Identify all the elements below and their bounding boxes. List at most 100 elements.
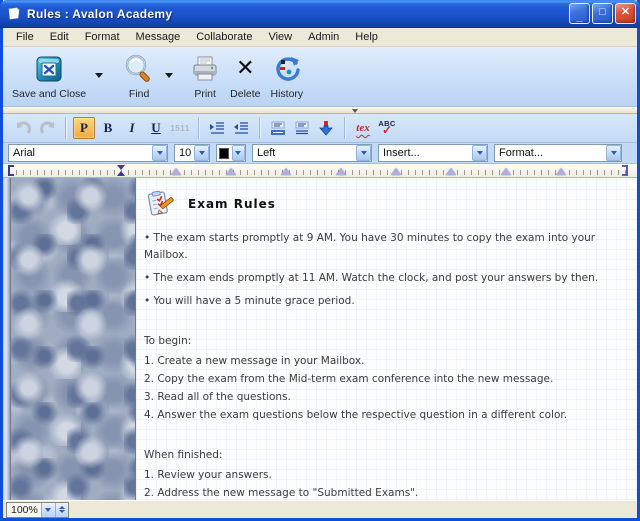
menu-help[interactable]: Help (347, 29, 386, 45)
to-begin-step: 4. Answer the exam questions below the r… (144, 406, 631, 424)
find-dropdown[interactable] (161, 58, 177, 92)
zoom-spinner[interactable] (55, 503, 68, 517)
delete-button[interactable]: ✕ Delete (225, 50, 265, 102)
caret-down-icon (232, 145, 245, 161)
left-edge-strip (3, 178, 10, 500)
plain-style-button[interactable]: P (73, 117, 95, 139)
minimize-button[interactable]: _ (569, 3, 590, 24)
zoom-control[interactable]: 100% (6, 502, 69, 518)
tab-stop-marker[interactable] (171, 168, 181, 175)
spellcheck-button[interactable]: ABC ✓ (376, 117, 398, 139)
caret-down-icon (606, 145, 621, 161)
signature-tex-icon: tex (356, 122, 369, 134)
print-label: Print (194, 88, 216, 100)
close-button[interactable]: ✕ (615, 3, 636, 24)
document-body: Exam Rules • The exam starts promptly at… (3, 178, 637, 500)
clipboard-pencil-icon (144, 189, 178, 219)
document-text-area[interactable]: Exam Rules • The exam starts promptly at… (136, 178, 637, 500)
insert-file-button[interactable] (315, 117, 337, 139)
menu-edit[interactable]: Edit (42, 29, 77, 45)
redo-button[interactable] (36, 117, 58, 139)
left-margin-marker[interactable] (8, 165, 14, 176)
app-window: Rules : Avalon Academy _ □ ✕ File Edit F… (0, 0, 640, 521)
menu-admin[interactable]: Admin (300, 29, 347, 45)
printer-icon (190, 54, 220, 84)
bold-button[interactable]: B (97, 117, 119, 139)
title-bar: Rules : Avalon Academy _ □ ✕ (0, 0, 640, 28)
menu-file[interactable]: File (8, 29, 42, 45)
caret-down-icon (45, 508, 51, 512)
spellcheck-abc-icon: ABC ✓ (378, 120, 395, 137)
indent-right-icon (209, 121, 225, 135)
tab-stop-marker[interactable] (556, 168, 566, 175)
unquote-format-button[interactable] (291, 117, 313, 139)
alignment-select[interactable]: Left (252, 144, 372, 162)
color-swatch (219, 148, 229, 159)
menu-message[interactable]: Message (128, 29, 189, 45)
tab-stop-marker[interactable] (281, 168, 291, 175)
ruler[interactable] (3, 164, 637, 178)
caret-down-icon (165, 73, 173, 78)
toolbar-divider (344, 117, 345, 139)
toolbar-overflow-caret-icon[interactable] (352, 109, 358, 113)
underline-button[interactable]: U (145, 117, 167, 139)
spinner-down-icon (59, 510, 65, 513)
font-row: Arial 10 Left Insert... Format... (3, 143, 637, 164)
tab-stop-marker[interactable] (446, 168, 456, 175)
format-select[interactable]: Format... (494, 144, 622, 162)
font-size-select[interactable]: 10 (174, 144, 210, 162)
font-color-select[interactable] (216, 144, 246, 162)
find-button[interactable]: Find (117, 50, 161, 102)
rule-bullet: • You will have a 5 minute grace period. (144, 293, 631, 310)
window-note-icon (6, 6, 22, 22)
toolbar-divider (198, 117, 199, 139)
delete-label: Delete (230, 88, 260, 100)
zoom-dropdown-button[interactable] (41, 503, 55, 517)
unquote-block-icon (294, 121, 310, 136)
right-margin-marker[interactable] (622, 165, 628, 176)
save-window-icon (33, 53, 65, 85)
fixed-font-button[interactable]: 1511 (169, 117, 191, 139)
save-and-close-dropdown[interactable] (91, 58, 107, 92)
indent-left-icon (233, 121, 249, 135)
find-label: Find (129, 88, 149, 100)
main-toolbar: Save and Close Find (3, 47, 637, 107)
caret-down-icon (194, 145, 209, 161)
document-heading: Exam Rules (144, 188, 631, 220)
print-button[interactable]: Print (185, 50, 225, 102)
signature-button[interactable]: tex (352, 117, 374, 139)
zoom-level: 100% (11, 504, 38, 516)
download-arrow-icon (319, 120, 333, 136)
tab-stop-marker[interactable] (391, 168, 401, 175)
to-begin-step: 2. Copy the exam from the Mid-term exam … (144, 370, 631, 388)
save-and-close-button[interactable]: Save and Close (7, 50, 91, 102)
toolbar-divider (65, 117, 66, 139)
quote-block-icon (270, 121, 286, 136)
window-title: Rules : Avalon Academy (27, 7, 569, 21)
menu-view[interactable]: View (260, 29, 300, 45)
rule-bullet: • The exam starts promptly at 9 AM. You … (144, 230, 631, 264)
page-title: Exam Rules (188, 197, 276, 211)
status-bar: 100% (3, 500, 637, 518)
decrease-indent-button[interactable] (230, 117, 252, 139)
quote-format-button[interactable] (267, 117, 289, 139)
when-finished-step: 2. Address the new message to "Submitted… (144, 484, 631, 500)
menu-format[interactable]: Format (77, 29, 128, 45)
section-label-to-begin: To begin: (144, 332, 631, 350)
tab-stop-marker[interactable] (501, 168, 511, 175)
tab-stop-marker[interactable] (226, 168, 236, 175)
section-label-when-finished: When finished: (144, 446, 631, 464)
undo-button[interactable] (12, 117, 34, 139)
caret-down-icon (472, 145, 487, 161)
italic-button[interactable]: I (121, 117, 143, 139)
insert-select[interactable]: Insert... (378, 144, 488, 162)
indent-marker[interactable] (117, 165, 126, 177)
history-label: History (271, 88, 304, 100)
font-family-select[interactable]: Arial (8, 144, 168, 162)
history-button[interactable]: History (266, 50, 309, 102)
increase-indent-button[interactable] (206, 117, 228, 139)
tab-stop-marker[interactable] (336, 168, 346, 175)
maximize-button[interactable]: □ (592, 3, 613, 24)
undo-icon (15, 121, 32, 136)
menu-collaborate[interactable]: Collaborate (188, 29, 260, 45)
